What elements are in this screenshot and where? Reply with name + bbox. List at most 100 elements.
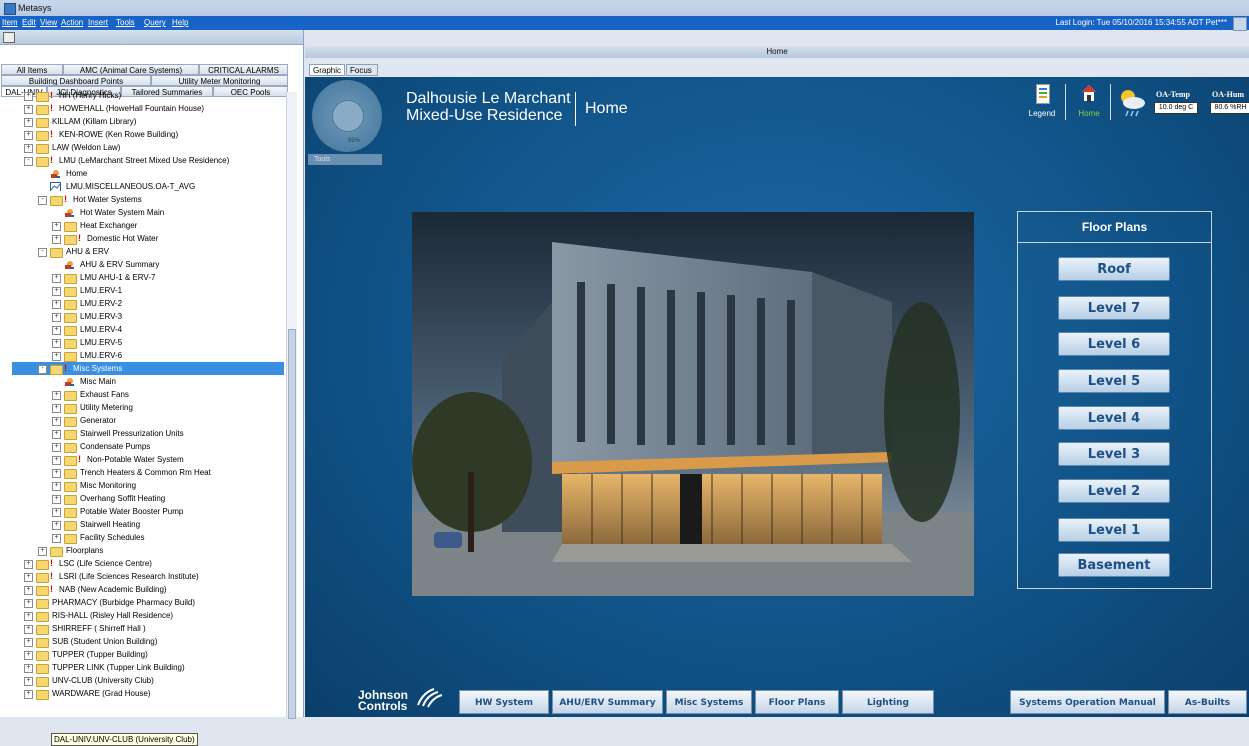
tree-item[interactable]: -! Misc Systems [12,362,284,375]
expand-icon[interactable]: + [24,131,33,140]
expand-icon[interactable]: + [52,339,61,348]
menu-item[interactable]: Action [61,18,83,27]
tree-item[interactable]: Home [0,167,286,180]
expand-icon[interactable]: + [24,105,33,114]
nav-button-ahu-erv-summary[interactable]: AHU/ERV Summary [552,690,663,714]
tree-item[interactable]: + Stairwell Heating [0,518,286,531]
expand-icon[interactable]: + [52,287,61,296]
menu-item[interactable]: Tools [116,18,135,27]
tree-item[interactable]: + Floorplans [0,544,286,557]
expand-icon[interactable]: + [52,482,61,491]
expand-icon[interactable]: + [24,573,33,582]
expand-icon[interactable]: + [52,417,61,426]
tree-item[interactable]: +! HOWEHALL (HoweHall Fountain House) [0,102,286,115]
expand-icon[interactable]: + [52,404,61,413]
floor-button-basement[interactable]: Basement [1058,553,1170,577]
expand-icon[interactable]: + [24,92,33,101]
expand-icon[interactable]: + [52,326,61,335]
tree-item[interactable]: + LMU.ERV-4 [0,323,286,336]
expand-icon[interactable]: + [24,638,33,647]
expand-icon[interactable]: + [52,235,61,244]
tree-scrollbar[interactable] [286,92,297,719]
tree-item[interactable]: -! LMU (LeMarchant Street Mixed Use Resid… [0,154,286,167]
expand-icon[interactable]: + [52,534,61,543]
tree-item[interactable]: +! HH (Henry Hicks) [0,92,286,102]
tree-item[interactable]: + Heat Exchanger [0,219,286,232]
expand-icon[interactable]: + [38,547,47,556]
tree-item[interactable]: + LMU.ERV-5 [0,336,286,349]
tab-focus[interactable]: Focus [346,64,378,76]
tree-item[interactable]: +! Domestic Hot Water [0,232,286,245]
nav-button-systems-operation-manual[interactable]: Systems Operation Manual [1010,690,1165,714]
nav-button-misc-systems[interactable]: Misc Systems [666,690,752,714]
floor-button-level-5[interactable]: Level 5 [1058,369,1170,393]
expand-icon[interactable]: + [52,430,61,439]
floor-button-level-7[interactable]: Level 7 [1058,296,1170,320]
tree-item[interactable]: Hot Water System Main [0,206,286,219]
expand-icon[interactable]: + [52,443,61,452]
expand-icon[interactable]: + [24,625,33,634]
tree-item[interactable]: + TUPPER LINK (Tupper Link Building) [0,661,286,674]
expand-icon[interactable]: + [24,560,33,569]
tree-item[interactable]: + UNV-CLUB (University Club) [0,674,286,687]
menu-item[interactable]: Item [2,18,18,27]
floor-button-level-1[interactable]: Level 1 [1058,518,1170,542]
tree-item[interactable]: Misc Main [0,375,286,388]
tree-item[interactable]: + WARDWARE (Grad House) [0,687,286,700]
legend-button[interactable]: Legend [1022,82,1062,122]
menu-item[interactable]: Help [172,18,188,27]
tree-item[interactable]: +! LSRI (Life Sciences Research Institute… [0,570,286,583]
expand-icon[interactable]: + [52,456,61,465]
pan-control[interactable] [332,100,364,132]
tab-utility-meter[interactable]: Utility Meter Monitoring [151,75,288,86]
menu-item[interactable]: Insert [88,18,108,27]
expand-icon[interactable]: + [52,495,61,504]
tree-item[interactable]: + Potable Water Booster Pump [0,505,286,518]
expand-icon[interactable]: + [24,690,33,699]
nav-button-floor-plans[interactable]: Floor Plans [755,690,839,714]
expand-icon[interactable]: + [52,352,61,361]
tree-item[interactable]: + Utility Metering [0,401,286,414]
floor-button-level-2[interactable]: Level 2 [1058,479,1170,503]
expand-icon[interactable]: + [52,391,61,400]
menu-item[interactable]: View [40,18,57,27]
expand-icon[interactable]: + [24,651,33,660]
tree-item[interactable]: + SUB (Student Union Building) [0,635,286,648]
expand-icon[interactable]: + [52,521,61,530]
tree-item[interactable]: + Exhaust Fans [0,388,286,401]
tab-building-dashboard[interactable]: Building Dashboard Points [1,75,151,86]
floor-button-level-4[interactable]: Level 4 [1058,406,1170,430]
tree-item[interactable]: + Stairwell Pressurization Units [0,427,286,440]
menu-bar-button[interactable] [1233,17,1247,31]
home-button[interactable]: Home [1072,82,1106,122]
floor-button-level-3[interactable]: Level 3 [1058,442,1170,466]
tree-item[interactable]: +! KEN-ROWE (Ken Rowe Building) [0,128,286,141]
expand-icon[interactable]: + [52,508,61,517]
tab-graphic[interactable]: Graphic [309,64,345,76]
nav-button-hw-system[interactable]: HW System [459,690,549,714]
tree-item[interactable]: + Misc Monitoring [0,479,286,492]
nav-button-as-builts[interactable]: As-Builts [1168,690,1247,714]
tree-item[interactable]: + LMU AHU-1 & ERV-7 [0,271,286,284]
expand-icon[interactable]: + [52,274,61,283]
collapse-icon[interactable]: - [38,196,47,205]
floor-button-roof[interactable]: Roof [1058,257,1170,281]
tree-item[interactable]: + LMU.ERV-3 [0,310,286,323]
tree-item[interactable]: + LMU.ERV-2 [0,297,286,310]
expand-icon[interactable]: + [24,118,33,127]
tree-item[interactable]: LMU.MISCELLANEOUS.OA-T_AVG [0,180,286,193]
scrollbar-thumb[interactable] [288,329,296,719]
collapse-icon[interactable]: - [38,365,47,374]
expand-icon[interactable]: + [52,300,61,309]
expand-icon[interactable]: + [24,612,33,621]
expand-icon[interactable]: + [24,586,33,595]
tree-item[interactable]: + KILLAM (Killam Library) [0,115,286,128]
tree-item[interactable]: + PHARMACY (Burbidge Pharmacy Build) [0,596,286,609]
tab-all-items[interactable]: All Items [1,64,63,75]
expand-icon[interactable]: + [52,469,61,478]
collapse-icon[interactable]: - [24,157,33,166]
nav-button-lighting[interactable]: Lighting [842,690,934,714]
menu-item[interactable]: Edit [22,18,36,27]
collapse-icon[interactable]: - [38,248,47,257]
expand-icon[interactable]: + [24,664,33,673]
